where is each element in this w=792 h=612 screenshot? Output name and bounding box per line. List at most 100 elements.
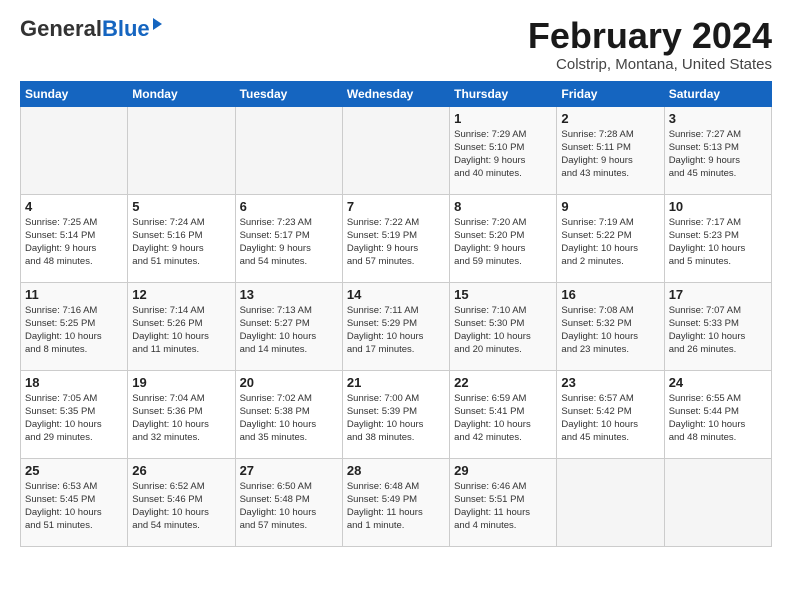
calendar-cell: 16 Sunrise: 7:08 AM Sunset: 5:32 PM Dayli… [557, 282, 664, 370]
day-number: 3 [669, 111, 767, 126]
calendar-cell: 14 Sunrise: 7:11 AM Sunset: 5:29 PM Dayli… [342, 282, 449, 370]
calendar-cell [21, 106, 128, 194]
calendar-cell: 13 Sunrise: 7:13 AM Sunset: 5:27 PM Dayli… [235, 282, 342, 370]
calendar-cell: 19Sunrise: 7:04 AM Sunset: 5:36 PM Dayli… [128, 370, 235, 458]
day-number: 20 [240, 375, 338, 390]
day-number: 5 [132, 199, 230, 214]
calendar-cell: 27 Sunrise: 6:50 AM Sunset: 5:48 PM Dayli… [235, 458, 342, 546]
day-number: 7 [347, 199, 445, 214]
calendar-cell: 1Sunrise: 7:29 AM Sunset: 5:10 PM Daylig… [450, 106, 557, 194]
calendar-cell: 28Sunrise: 6:48 AM Sunset: 5:49 PM Dayli… [342, 458, 449, 546]
calendar-cell: 21 Sunrise: 7:00 AM Sunset: 5:39 PM Dayli… [342, 370, 449, 458]
day-number: 1 [454, 111, 552, 126]
day-number: 24 [669, 375, 767, 390]
day-info: Sunrise: 7:20 AM Sunset: 5:20 PM Dayligh… [454, 216, 552, 269]
col-friday: Friday [557, 81, 664, 106]
day-info: Sunrise: 7:24 AM Sunset: 5:16 PM Dayligh… [132, 216, 230, 269]
calendar-cell: 26 Sunrise: 6:52 AM Sunset: 5:46 PM Dayli… [128, 458, 235, 546]
calendar-cell: 8 Sunrise: 7:20 AM Sunset: 5:20 PM Daylig… [450, 194, 557, 282]
day-number: 21 [347, 375, 445, 390]
calendar-cell: 6 Sunrise: 7:23 AM Sunset: 5:17 PM Daylig… [235, 194, 342, 282]
day-info: Sunrise: 7:07 AM Sunset: 5:33 PM Dayligh… [669, 304, 767, 357]
day-info: Sunrise: 6:50 AM Sunset: 5:48 PM Dayligh… [240, 480, 338, 533]
day-info: Sunrise: 7:22 AM Sunset: 5:19 PM Dayligh… [347, 216, 445, 269]
day-number: 13 [240, 287, 338, 302]
calendar-body: 1Sunrise: 7:29 AM Sunset: 5:10 PM Daylig… [21, 106, 772, 546]
header: GeneralBlue February 2024 Colstrip, Mont… [20, 16, 772, 73]
day-info: Sunrise: 6:59 AM Sunset: 5:41 PM Dayligh… [454, 392, 552, 445]
day-info: Sunrise: 7:00 AM Sunset: 5:39 PM Dayligh… [347, 392, 445, 445]
day-info: Sunrise: 7:11 AM Sunset: 5:29 PM Dayligh… [347, 304, 445, 357]
day-number: 17 [669, 287, 767, 302]
day-info: Sunrise: 7:13 AM Sunset: 5:27 PM Dayligh… [240, 304, 338, 357]
calendar-cell: 17 Sunrise: 7:07 AM Sunset: 5:33 PM Dayli… [664, 282, 771, 370]
day-number: 16 [561, 287, 659, 302]
col-tuesday: Tuesday [235, 81, 342, 106]
day-number: 25 [25, 463, 123, 478]
day-number: 4 [25, 199, 123, 214]
calendar-cell: 25 Sunrise: 6:53 AM Sunset: 5:45 PM Dayli… [21, 458, 128, 546]
calendar-cell [557, 458, 664, 546]
day-info: Sunrise: 7:25 AM Sunset: 5:14 PM Dayligh… [25, 216, 123, 269]
day-number: 26 [132, 463, 230, 478]
col-sunday: Sunday [21, 81, 128, 106]
calendar-header: Sunday Monday Tuesday Wednesday Thursday… [21, 81, 772, 106]
col-thursday: Thursday [450, 81, 557, 106]
calendar-cell: 10 Sunrise: 7:17 AM Sunset: 5:23 PM Dayli… [664, 194, 771, 282]
calendar-cell: 11 Sunrise: 7:16 AM Sunset: 5:25 PM Dayli… [21, 282, 128, 370]
calendar-cell: 4 Sunrise: 7:25 AM Sunset: 5:14 PM Daylig… [21, 194, 128, 282]
col-saturday: Saturday [664, 81, 771, 106]
calendar-cell [342, 106, 449, 194]
day-number: 28 [347, 463, 445, 478]
calendar-cell [664, 458, 771, 546]
calendar-cell: 23Sunrise: 6:57 AM Sunset: 5:42 PM Dayli… [557, 370, 664, 458]
logo: GeneralBlue [20, 16, 150, 42]
day-info: Sunrise: 7:14 AM Sunset: 5:26 PM Dayligh… [132, 304, 230, 357]
calendar-cell: 29 Sunrise: 6:46 AM Sunset: 5:51 PM Dayli… [450, 458, 557, 546]
day-number: 2 [561, 111, 659, 126]
day-number: 29 [454, 463, 552, 478]
calendar-cell [128, 106, 235, 194]
calendar-cell: 20 Sunrise: 7:02 AM Sunset: 5:38 PM Dayli… [235, 370, 342, 458]
calendar-cell [235, 106, 342, 194]
col-monday: Monday [128, 81, 235, 106]
calendar-cell: 15Sunrise: 7:10 AM Sunset: 5:30 PM Dayli… [450, 282, 557, 370]
day-info: Sunrise: 7:08 AM Sunset: 5:32 PM Dayligh… [561, 304, 659, 357]
day-info: Sunrise: 7:27 AM Sunset: 5:13 PM Dayligh… [669, 128, 767, 181]
location: Colstrip, Montana, United States [528, 56, 772, 73]
day-info: Sunrise: 7:05 AM Sunset: 5:35 PM Dayligh… [25, 392, 123, 445]
calendar-cell: 24 Sunrise: 6:55 AM Sunset: 5:44 PM Dayli… [664, 370, 771, 458]
calendar-cell: 22 Sunrise: 6:59 AM Sunset: 5:41 PM Dayli… [450, 370, 557, 458]
day-number: 12 [132, 287, 230, 302]
day-info: Sunrise: 7:23 AM Sunset: 5:17 PM Dayligh… [240, 216, 338, 269]
day-info: Sunrise: 6:52 AM Sunset: 5:46 PM Dayligh… [132, 480, 230, 533]
day-number: 10 [669, 199, 767, 214]
page-container: GeneralBlue February 2024 Colstrip, Mont… [0, 0, 792, 557]
col-wednesday: Wednesday [342, 81, 449, 106]
day-number: 6 [240, 199, 338, 214]
day-info: Sunrise: 6:55 AM Sunset: 5:44 PM Dayligh… [669, 392, 767, 445]
day-number: 14 [347, 287, 445, 302]
logo-flag-icon [153, 18, 162, 30]
day-info: Sunrise: 6:53 AM Sunset: 5:45 PM Dayligh… [25, 480, 123, 533]
header-row: Sunday Monday Tuesday Wednesday Thursday… [21, 81, 772, 106]
calendar-cell: 18Sunrise: 7:05 AM Sunset: 5:35 PM Dayli… [21, 370, 128, 458]
calendar-cell: 3 Sunrise: 7:27 AM Sunset: 5:13 PM Daylig… [664, 106, 771, 194]
calendar-cell: 7 Sunrise: 7:22 AM Sunset: 5:19 PM Daylig… [342, 194, 449, 282]
calendar-cell: 9Sunrise: 7:19 AM Sunset: 5:22 PM Daylig… [557, 194, 664, 282]
day-number: 11 [25, 287, 123, 302]
calendar-week-2: 4 Sunrise: 7:25 AM Sunset: 5:14 PM Daylig… [21, 194, 772, 282]
day-info: Sunrise: 7:16 AM Sunset: 5:25 PM Dayligh… [25, 304, 123, 357]
day-info: Sunrise: 6:46 AM Sunset: 5:51 PM Dayligh… [454, 480, 552, 533]
calendar-cell: 5 Sunrise: 7:24 AM Sunset: 5:16 PM Daylig… [128, 194, 235, 282]
day-number: 22 [454, 375, 552, 390]
day-number: 15 [454, 287, 552, 302]
day-info: Sunrise: 7:17 AM Sunset: 5:23 PM Dayligh… [669, 216, 767, 269]
title-section: February 2024 Colstrip, Montana, United … [528, 16, 772, 73]
day-number: 8 [454, 199, 552, 214]
calendar-cell: 2Sunrise: 7:28 AM Sunset: 5:11 PM Daylig… [557, 106, 664, 194]
day-number: 27 [240, 463, 338, 478]
calendar-week-5: 25 Sunrise: 6:53 AM Sunset: 5:45 PM Dayli… [21, 458, 772, 546]
day-info: Sunrise: 6:57 AM Sunset: 5:42 PM Dayligh… [561, 392, 659, 445]
day-info: Sunrise: 7:02 AM Sunset: 5:38 PM Dayligh… [240, 392, 338, 445]
